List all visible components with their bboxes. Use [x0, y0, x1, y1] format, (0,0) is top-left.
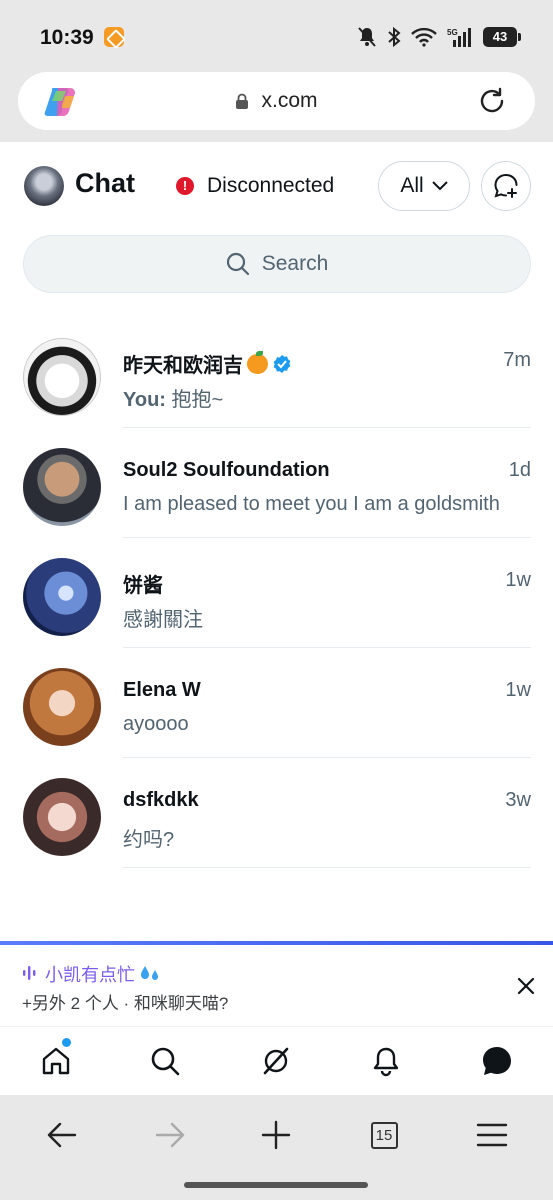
search-icon	[226, 252, 249, 276]
conversation-name: 饼酱	[123, 569, 163, 598]
search-icon	[151, 1047, 180, 1076]
notification-dot	[62, 1038, 71, 1047]
tab-explore[interactable]	[147, 1043, 183, 1079]
avatar[interactable]	[23, 778, 101, 856]
reload-icon[interactable]	[477, 86, 507, 116]
conversation-name-text: 昨天和欧润吉	[123, 355, 243, 377]
conversation-time: 1w	[505, 679, 531, 701]
filter-dropdown[interactable]: All	[378, 161, 470, 211]
conversation-item[interactable]: Elena W 1w ayoooo	[0, 648, 553, 758]
browser-bottom-nav: 15	[0, 1095, 553, 1200]
url-display: x.com	[18, 72, 535, 130]
error-icon	[176, 177, 194, 195]
preview-text: 抱抱~	[171, 389, 224, 411]
battery-indicator: 43	[483, 27, 521, 47]
tabs-button[interactable]: 15	[366, 1117, 402, 1153]
sweat-droplets-icon	[141, 966, 158, 980]
tab-messages[interactable]	[479, 1043, 515, 1079]
arrow-right-icon	[155, 1122, 185, 1148]
tab-home[interactable]	[38, 1043, 74, 1079]
avatar[interactable]	[23, 338, 101, 416]
tab-count: 15	[370, 1121, 398, 1149]
verified-badge-icon	[273, 354, 291, 373]
conversation-name: dsfkdkk	[123, 789, 199, 812]
svg-text:5G: 5G	[447, 28, 458, 37]
conversation-time: 1d	[508, 459, 531, 481]
orange-emoji-icon	[247, 350, 268, 374]
avatar[interactable]	[23, 448, 101, 526]
notification-app-icon	[104, 27, 124, 47]
new-tab-button[interactable]	[258, 1117, 294, 1153]
status-icons: 5G 43	[357, 24, 521, 50]
conversation-name-text: Elena W	[123, 679, 201, 701]
mute-bell-icon	[358, 27, 376, 47]
conversation-item[interactable]: 饼酱 1w 感謝關注	[0, 538, 553, 648]
close-icon[interactable]	[517, 977, 535, 995]
conversation-time: 3w	[505, 789, 531, 811]
arrow-left-icon	[47, 1122, 77, 1148]
conversation-preview: ayoooo	[123, 713, 189, 735]
banner-title: 小凯有点忙	[45, 961, 161, 987]
conversation-preview: I am pleased to meet you I am a goldsmit…	[123, 493, 500, 515]
conversation-name: Soul2 Soulfoundation	[123, 459, 330, 482]
search-input[interactable]: Search	[23, 235, 531, 293]
bluetooth-icon	[388, 26, 401, 48]
banner-subtitle: +另外 2 个人 · 和咪聊天喵?	[22, 994, 229, 1013]
url-text: x.com	[261, 89, 318, 112]
messages-icon	[483, 1047, 511, 1075]
tab-notifications[interactable]	[368, 1043, 404, 1079]
banner-title-text: 小凯有点忙	[45, 965, 135, 985]
bell-icon	[373, 1047, 399, 1077]
home-icon	[42, 1047, 70, 1075]
menu-button[interactable]	[474, 1117, 510, 1153]
tab-grok[interactable]	[258, 1043, 294, 1079]
conversation-name: Elena W	[123, 679, 201, 702]
new-message-icon	[494, 174, 518, 198]
status-time: 10:39	[40, 26, 94, 49]
conversation-list: 昨天和欧润吉 7m You: 抱抱~ Soul2 Soulfoundation …	[0, 318, 553, 868]
home-indicator	[184, 1182, 368, 1188]
grok-icon	[263, 1047, 289, 1075]
filter-label: All	[400, 174, 424, 197]
conversation-preview: You: 抱抱~	[123, 383, 531, 412]
conversation-name: 昨天和欧润吉	[123, 349, 292, 378]
conversation-item[interactable]: 昨天和欧润吉 7m You: 抱抱~	[0, 318, 553, 428]
connection-status: Disconnected	[207, 174, 335, 197]
address-bar[interactable]: x.com	[18, 72, 535, 130]
conversation-preview: 约吗?	[123, 829, 175, 851]
avatar[interactable]	[23, 558, 101, 636]
search-placeholder: Search	[261, 252, 329, 275]
preview-sender: You:	[123, 389, 166, 411]
lock-icon	[236, 93, 249, 109]
audio-wave-icon	[23, 966, 36, 980]
conversation-preview: 感謝關注	[123, 609, 203, 631]
status-bar: 10:39 5G 43	[0, 0, 553, 72]
chevron-down-icon	[431, 181, 448, 191]
conversation-item[interactable]: Soul2 Soulfoundation 1d I am pleased to …	[0, 428, 553, 538]
conversation-time: 7m	[503, 349, 531, 371]
typing-banner[interactable]: 小凯有点忙 +另外 2 个人 · 和咪聊天喵?	[0, 945, 553, 1027]
avatar[interactable]	[23, 668, 101, 746]
plus-icon	[261, 1120, 291, 1150]
page-title: Chat	[75, 168, 135, 198]
browser-top-chrome: 10:39 5G 43 x.com	[0, 0, 553, 142]
forward-button[interactable]	[152, 1117, 188, 1153]
conversation-name-text: Soul2 Soulfoundation	[123, 459, 330, 481]
bottom-tab-bar	[0, 1028, 553, 1094]
conversation-name-text: 饼酱	[123, 575, 163, 597]
new-chat-button[interactable]	[481, 161, 531, 211]
conversation-name-text: dsfkdkk	[123, 789, 199, 811]
back-button[interactable]	[44, 1117, 80, 1153]
profile-avatar[interactable]	[24, 166, 64, 206]
conversation-time: 1w	[505, 569, 531, 591]
menu-icon	[476, 1123, 508, 1147]
signal-5g-icon: 5G	[447, 28, 471, 47]
divider	[123, 867, 531, 868]
conversation-item[interactable]: dsfkdkk 3w 约吗?	[0, 758, 553, 868]
wifi-icon	[411, 27, 437, 47]
chat-header: Chat Disconnected All	[0, 142, 553, 230]
